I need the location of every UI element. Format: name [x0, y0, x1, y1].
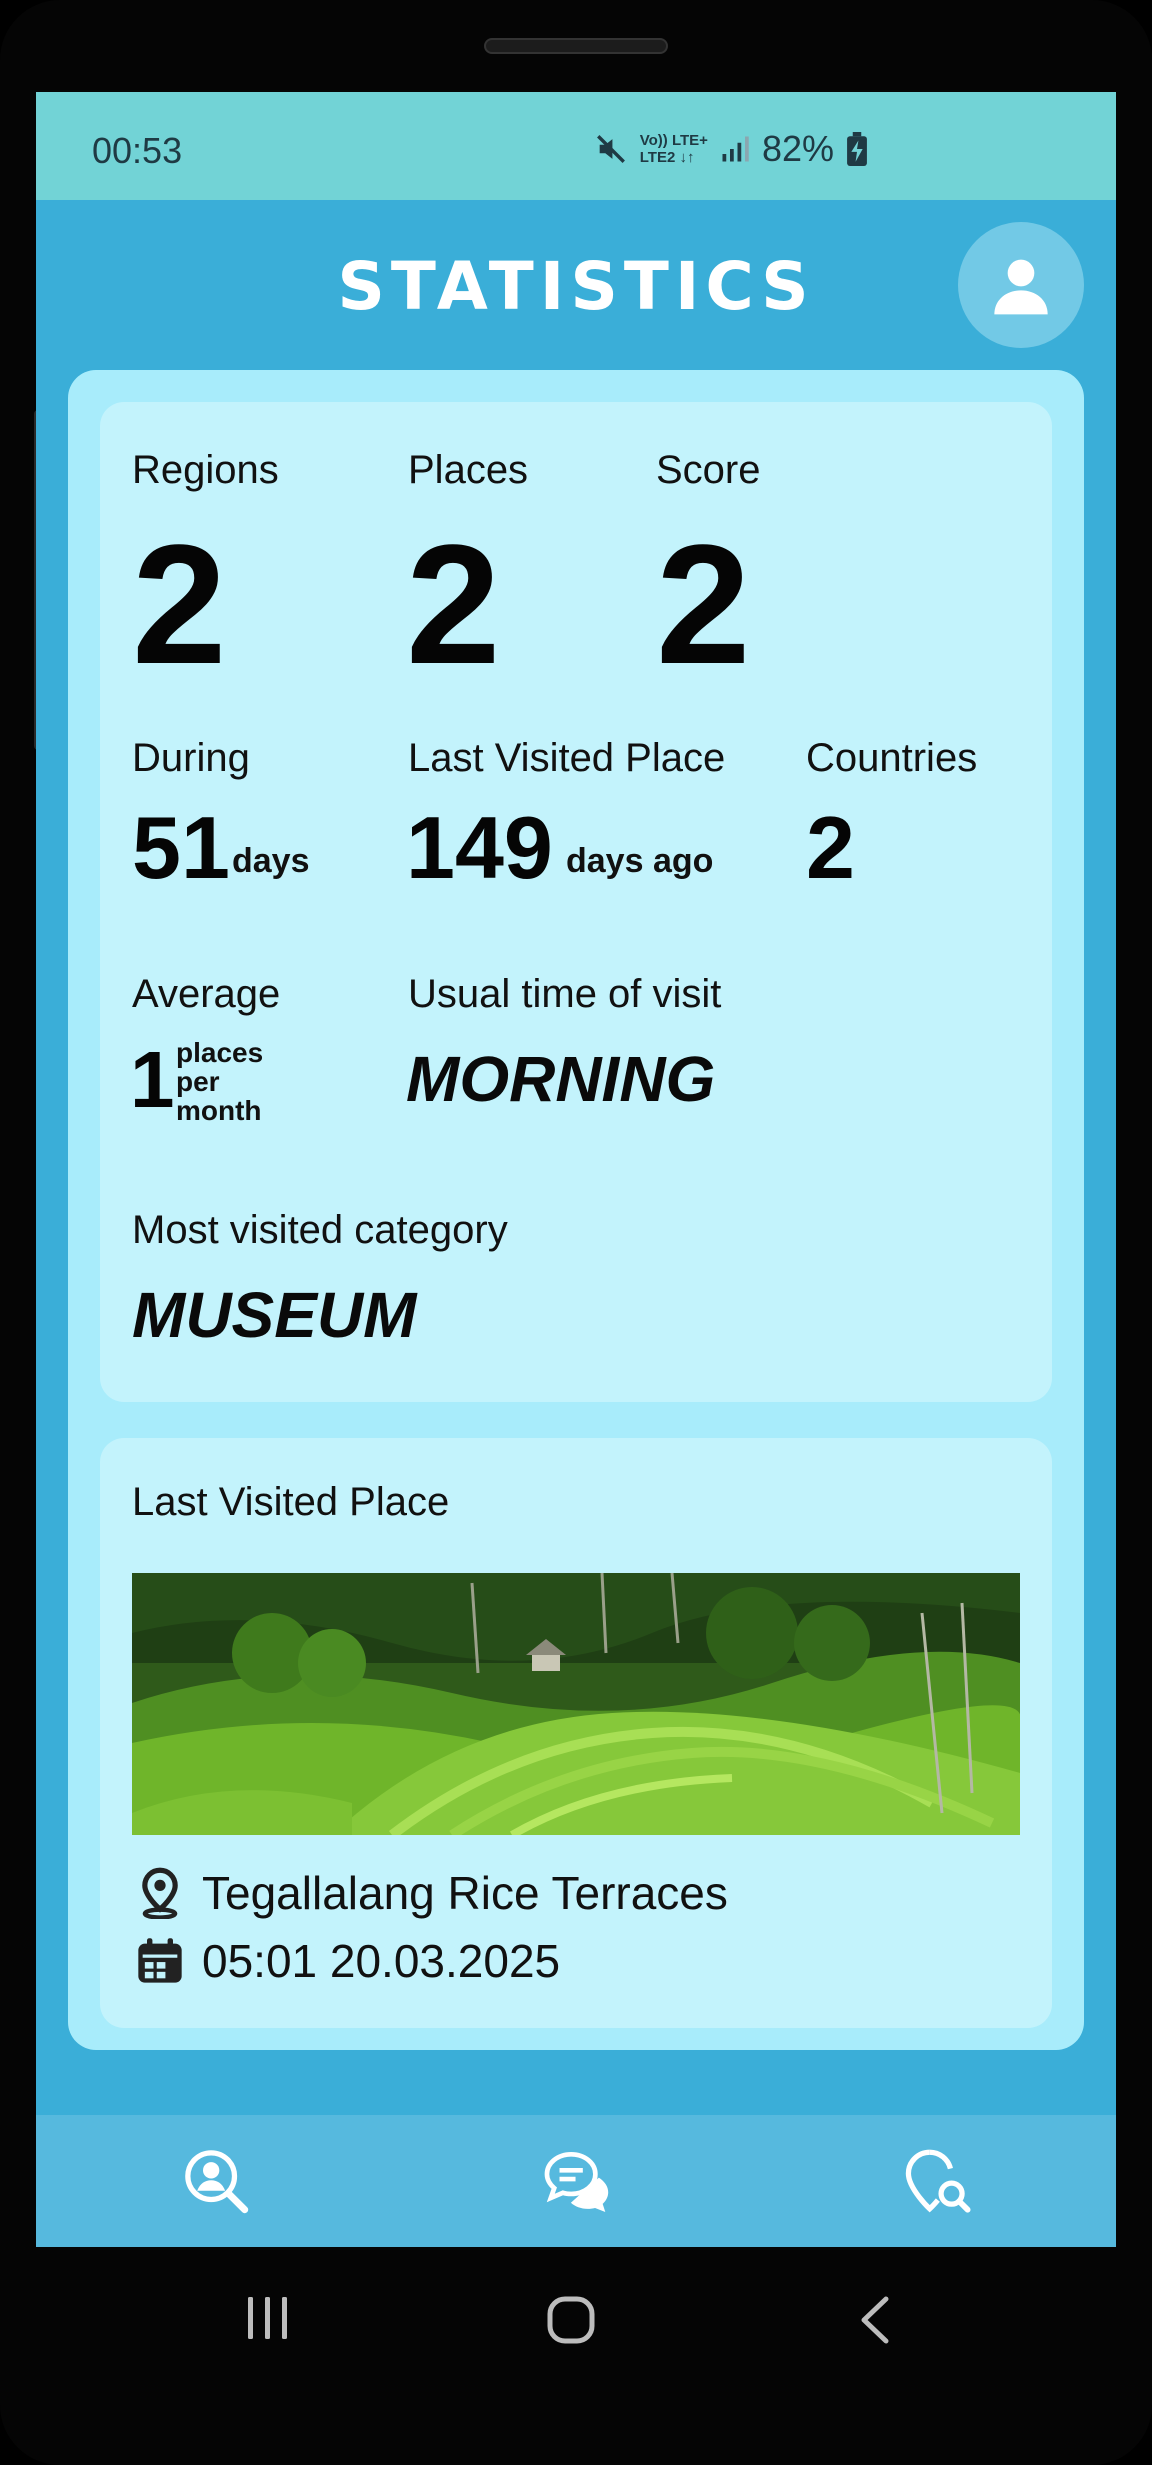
profile-search-icon[interactable]	[182, 2147, 252, 2217]
status-bar: 00:53 Vo)) LTE+ LTE2 ↓↑ 82%	[36, 92, 1116, 200]
status-time: 00:53	[92, 130, 183, 171]
average-unit-line-2: per	[176, 1066, 220, 1097]
location-search-icon[interactable]	[902, 2147, 972, 2217]
network-line-2: LTE2 ↓↑	[639, 149, 695, 166]
usual-time-label: Usual time of visit	[408, 972, 722, 1016]
mute-icon	[596, 135, 625, 163]
status-icons: Vo)) LTE+ LTE2 ↓↑ 82%	[594, 128, 868, 170]
score-value: 2	[656, 510, 751, 700]
last-visited-unit: days ago	[566, 842, 714, 880]
place-date-row: 05:01 20.03.2025	[134, 1934, 560, 1988]
network-indicator: Vo)) LTE+ LTE2 ↓↑	[640, 132, 708, 166]
average-unit-line-3: month	[176, 1095, 262, 1126]
during-unit: days	[232, 842, 310, 880]
score-label: Score	[656, 448, 761, 492]
last-visited-value: 149	[406, 798, 553, 897]
bottom-navigation	[36, 2115, 1116, 2247]
during-label: During	[132, 736, 250, 780]
chat-icon[interactable]	[542, 2147, 612, 2217]
average-unit-line-1: places	[176, 1037, 264, 1068]
regions-label: Regions	[132, 448, 279, 492]
place-photo[interactable]	[132, 1573, 1020, 1835]
network-line-1: Vo)) LTE+	[639, 132, 708, 149]
phone-frame: 00:53 Vo)) LTE+ LTE2 ↓↑ 82% STATISTICS R…	[0, 0, 1152, 2465]
system-navigation-bar	[0, 2247, 1152, 2377]
category-label: Most visited category	[132, 1208, 508, 1252]
app-header: STATISTICS	[36, 200, 1116, 370]
countries-label: Countries	[806, 736, 978, 780]
home-icon[interactable]	[546, 2295, 598, 2345]
page-title: STATISTICS	[337, 248, 815, 325]
statistics-card: Regions 2 Places 2 Score 2 During 51 day…	[100, 402, 1052, 1402]
location-pin-icon	[142, 1867, 178, 1919]
last-visited-label: Last Visited Place	[408, 736, 726, 780]
recent-apps-icon[interactable]	[246, 2295, 290, 2341]
average-unit: places per month	[176, 1038, 263, 1125]
places-value: 2	[406, 510, 501, 700]
calendar-icon	[138, 1938, 182, 1983]
countries-value: 2	[806, 798, 855, 897]
average-value: 1	[130, 1035, 175, 1124]
back-icon[interactable]	[856, 2295, 892, 2345]
places-label: Places	[408, 448, 529, 492]
place-name: Tegallalang Rice Terraces	[202, 1867, 728, 1919]
during-value: 51	[132, 798, 230, 897]
average-label: Average	[132, 972, 281, 1016]
place-name-row: Tegallalang Rice Terraces	[134, 1866, 728, 1920]
battery-charging-icon	[847, 132, 867, 166]
category-value: MUSEUM	[132, 1279, 417, 1351]
last-visited-heading: Last Visited Place	[132, 1480, 450, 1524]
place-datetime: 05:01 20.03.2025	[202, 1935, 561, 1987]
regions-value: 2	[132, 510, 227, 700]
battery-percent: 82%	[761, 128, 834, 169]
user-icon	[994, 259, 1048, 315]
profile-button[interactable]	[958, 222, 1084, 348]
usual-time-value: MORNING	[406, 1043, 716, 1115]
earpiece-speaker	[484, 38, 668, 54]
signal-icon	[722, 136, 749, 162]
